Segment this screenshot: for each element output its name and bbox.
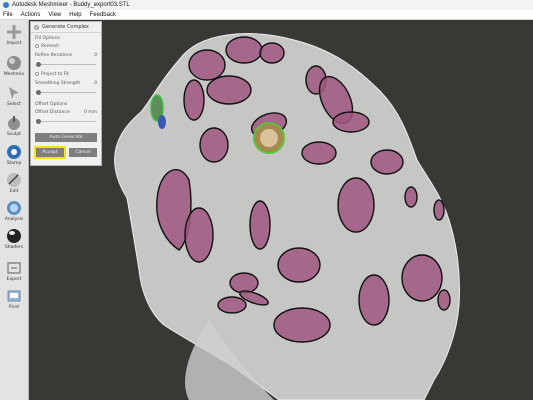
patch [225, 36, 263, 64]
tool-export[interactable]: Export [0, 258, 28, 288]
tool-select[interactable]: Select [0, 83, 28, 113]
patch [370, 149, 404, 175]
3d-viewport[interactable] [29, 20, 533, 400]
refine-iterations-value: 0 [94, 53, 97, 58]
eye-marker [253, 122, 285, 154]
fill-options-heading: Fill Options [35, 36, 60, 41]
patch [217, 296, 247, 314]
meshmixer-app-icon [3, 2, 9, 8]
stamp-icon [7, 145, 21, 159]
slider-knob[interactable] [36, 90, 41, 95]
refine-iterations-slider[interactable] [36, 62, 96, 67]
tool-sculpt[interactable]: Sculpt [0, 113, 28, 143]
offset-distance-label: Offset Distance [35, 110, 70, 115]
patch [437, 289, 451, 311]
offset-distance-value: 0 [84, 110, 87, 115]
tool-edit[interactable]: Edit [0, 170, 28, 200]
slider-knob[interactable] [36, 119, 41, 124]
shaders-icon [7, 229, 21, 243]
patch [184, 207, 214, 263]
patch [249, 200, 271, 250]
edit-icon [7, 173, 21, 187]
smoothing-strength-label: Smoothing Strength [35, 81, 81, 86]
project-to-fit-checkbox[interactable] [35, 72, 39, 76]
refine-iterations-label: Refine Iterations [35, 53, 73, 58]
patch [337, 177, 375, 233]
tool-stamp[interactable]: Stamp [0, 142, 28, 172]
export-icon [7, 262, 21, 274]
meshmix-icon [7, 56, 21, 70]
patch [229, 272, 259, 294]
mesh-model[interactable] [29, 20, 533, 400]
patch [273, 307, 331, 343]
offset-unit: mm [88, 110, 97, 115]
project-to-fit-option[interactable]: Project to Fit [35, 72, 69, 77]
tool-import[interactable]: Import [0, 22, 28, 52]
menu-help[interactable]: Help [66, 12, 86, 18]
remesh-option[interactable]: Remesh [35, 44, 59, 49]
accept-button[interactable]: Accept [34, 146, 66, 159]
left-toolbar: Import Meshmix Select Sculpt Stamp Edit [0, 20, 29, 400]
patch [301, 141, 337, 165]
panel-title: Generate Complex [42, 24, 89, 30]
collapse-icon[interactable] [34, 24, 39, 30]
patch [259, 42, 285, 64]
tool-analysis[interactable]: Analysis [0, 198, 28, 228]
sculpt-brush-icon [8, 116, 20, 130]
patch [332, 111, 370, 133]
auto-generate-button[interactable]: Auto Generate [35, 133, 97, 142]
title-bar: Autodesk Meshmixer - Buddy_export03.STL [0, 0, 533, 10]
plus-icon [7, 25, 21, 39]
patch [404, 186, 418, 208]
menu-view[interactable]: View [45, 12, 66, 18]
menu-bar: File Actions View Help Feedback [0, 10, 533, 20]
tool-meshmix[interactable]: Meshmix [0, 53, 28, 83]
patch [188, 49, 226, 81]
smoothing-strength-value: 0 [94, 81, 97, 86]
menu-actions[interactable]: Actions [18, 12, 46, 18]
patch [183, 79, 205, 121]
remesh-checkbox[interactable] [35, 44, 39, 48]
menu-file[interactable]: File [0, 12, 18, 18]
menu-feedback[interactable]: Feedback [87, 12, 121, 18]
analysis-icon [7, 201, 21, 215]
patch [401, 254, 443, 302]
offset-options-heading: Offset Options [35, 102, 68, 107]
patch [433, 199, 445, 221]
patch [277, 247, 321, 283]
patch [206, 75, 252, 105]
generate-complex-panel: Generate Complex Fill Options Remesh Ref… [30, 21, 102, 166]
smoothing-strength-slider[interactable] [36, 90, 96, 95]
select-arrow-icon [9, 87, 19, 99]
patch [358, 274, 390, 326]
patch [199, 127, 229, 163]
offset-distance-slider[interactable] [36, 119, 96, 124]
slider-knob[interactable] [36, 62, 41, 67]
print-icon [7, 290, 21, 302]
window-title: Autodesk Meshmixer - Buddy_export03.STL [12, 2, 130, 8]
cancel-button[interactable]: Cancel [69, 148, 97, 157]
tool-print[interactable]: Print [0, 286, 28, 316]
panel-header: Generate Complex [31, 22, 101, 33]
tool-shaders[interactable]: Shaders [0, 226, 28, 256]
